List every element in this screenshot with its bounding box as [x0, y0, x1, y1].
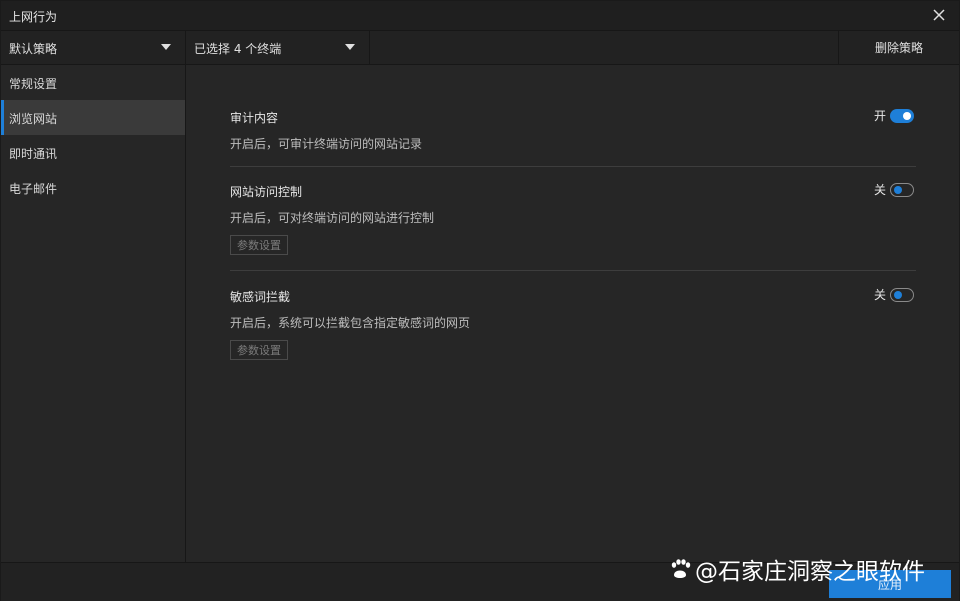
toggle-knob	[894, 185, 902, 194]
toggle-knob	[903, 111, 911, 120]
apply-button[interactable]: 应用	[829, 570, 951, 598]
switch-state-label: 关	[873, 288, 886, 302]
terminal-dropdown-label: 已选择 4 个终端	[194, 42, 282, 56]
window-title: 上网行为	[9, 10, 58, 24]
policy-dropdown-label: 默认策略	[9, 42, 58, 56]
caret-down-icon	[345, 44, 355, 50]
sidebar-item-browsing[interactable]: 浏览网站	[1, 100, 185, 135]
close-button[interactable]	[929, 5, 949, 25]
sensitive-word-switch-group: 关	[874, 286, 914, 303]
sensitive-word-toggle[interactable]	[890, 287, 914, 302]
sensitive-word-params-button[interactable]: 参数设置	[230, 340, 288, 360]
section-title: 网站访问控制	[230, 185, 303, 199]
policy-dropdown[interactable]: 默认策略	[1, 31, 186, 64]
section-divider	[230, 166, 916, 167]
audit-switch-group: 开	[874, 107, 914, 124]
sidebar-item-label: 即时通讯	[9, 147, 58, 161]
switch-state-label: 关	[873, 183, 886, 197]
sidebar-item-label: 电子邮件	[9, 182, 58, 196]
switch-state-label: 开	[873, 109, 886, 123]
sidebar-item-label: 浏览网站	[9, 112, 58, 126]
settings-panel: 审计内容 开启后，可审计终端访问的网站记录 开 网站访问控制 开启后，可对终端访…	[186, 65, 959, 562]
sidebar-item-general[interactable]: 常规设置	[1, 65, 185, 100]
sidebar-item-instant-messaging[interactable]: 即时通讯	[1, 135, 185, 170]
site-access-switch-group: 关	[874, 181, 914, 198]
site-access-toggle[interactable]	[890, 182, 914, 197]
terminal-dropdown[interactable]: 已选择 4 个终端	[186, 31, 370, 64]
section-description: 开启后，可审计终端访问的网站记录	[230, 137, 423, 151]
footer-bar: 应用	[1, 562, 959, 601]
caret-down-icon	[161, 44, 171, 50]
toolbar: 默认策略 已选择 4 个终端 删除策略	[1, 31, 959, 65]
audit-content-toggle[interactable]	[890, 108, 914, 123]
delete-policy-button[interactable]: 删除策略	[838, 31, 959, 64]
section-description: 开启后，系统可以拦截包含指定敏感词的网页	[230, 316, 471, 330]
sidebar-item-email[interactable]: 电子邮件	[1, 170, 185, 205]
section-title: 敏感词拦截	[230, 290, 291, 304]
section-divider	[230, 270, 916, 271]
site-access-params-button[interactable]: 参数设置	[230, 235, 288, 255]
close-icon	[933, 9, 945, 21]
section-description: 开启后，可对终端访问的网站进行控制	[230, 211, 435, 225]
sidebar: 常规设置 浏览网站 即时通讯 电子邮件	[1, 65, 186, 562]
section-title: 审计内容	[230, 111, 279, 125]
title-bar: 上网行为	[1, 1, 959, 31]
app-window: 上网行为 默认策略 已选择 4 个终端 删除策略 常规设置 浏览网站 即时通讯 …	[0, 0, 960, 601]
toggle-knob	[894, 290, 902, 299]
sidebar-item-label: 常规设置	[9, 77, 58, 91]
